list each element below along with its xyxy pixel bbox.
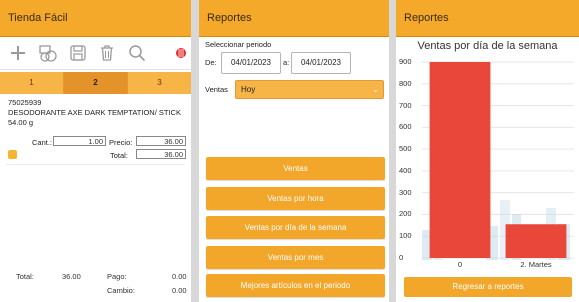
back-to-reports-button[interactable]: Regresar a reportes (404, 277, 572, 297)
pos-panel: Tienda Fácil 1 2 3 75025939 DESODORANTE … (0, 0, 191, 302)
sales-by-weekday-button[interactable]: Ventas por día de la semana (206, 216, 385, 239)
y-tick-label: 500 (399, 144, 412, 154)
search-icon[interactable] (127, 43, 147, 63)
item-divider (6, 164, 185, 165)
ticket-tabs: 1 2 3 (0, 72, 191, 94)
item-total-field: 36.00 (136, 149, 186, 159)
tab-2[interactable]: 2 (64, 72, 128, 94)
sales-period-value: Hoy (241, 85, 256, 94)
item-sku: 75025939 (8, 98, 42, 107)
price-field[interactable]: 36.00 (136, 136, 186, 146)
sales-button[interactable]: Ventas (206, 157, 385, 180)
x-tick-label: 2. Martes (520, 260, 552, 269)
save-icon[interactable] (68, 43, 88, 63)
pos-toolbar (0, 37, 191, 70)
y-tick-label: 100 (399, 231, 412, 241)
sales-by-month-button[interactable]: Ventas por mes (206, 246, 385, 269)
summary-change-label: Cambio: (107, 286, 135, 295)
trash-icon[interactable] (98, 43, 118, 63)
to-date-input[interactable]: 04/01/2023 (291, 52, 351, 74)
sales-by-hour-button[interactable]: Ventas por hora (206, 187, 385, 210)
summary-total-value: 36.00 (62, 272, 81, 281)
bar-0 (429, 62, 491, 258)
weekday-sales-chart (422, 61, 574, 260)
y-tick-label: 600 (399, 122, 412, 132)
y-tick-label: 800 (399, 78, 412, 88)
sticker-icon[interactable] (171, 43, 191, 63)
reports-menu-title: Reportes (199, 0, 389, 37)
bar-1 (505, 224, 567, 258)
reports-menu-panel: Reportes Seleccionar periodo De: 04/01/2… (199, 0, 389, 302)
plus-icon[interactable] (8, 43, 28, 63)
period-label: Seleccionar periodo (205, 40, 272, 49)
qty-label: Cant.: (32, 138, 53, 147)
qty-field[interactable]: 1.00 (53, 136, 106, 146)
item-total-label: Total: (110, 151, 128, 160)
report-chart-panel: Reportes Ventas por día de la semana 0 10… (396, 0, 579, 302)
sales-label: Ventas (205, 85, 228, 94)
item-description: DESODORANTE AXE DARK TEMPTATION/ STICK 5… (8, 108, 181, 127)
top-items-button[interactable]: Mejores artículos en el periodo (206, 274, 385, 297)
pos-header-title: Tienda Fácil (0, 0, 191, 37)
sales-period-select[interactable]: Hoy ⌄ (235, 80, 384, 99)
y-tick-label: 200 (399, 209, 412, 219)
to-label: a: (283, 58, 290, 67)
y-tick-label: 900 (399, 57, 412, 66)
from-label: De: (205, 58, 217, 67)
price-label: Precio: (109, 138, 133, 147)
y-tick-label: 300 (399, 187, 412, 197)
tab-3[interactable]: 3 (128, 72, 191, 94)
x-tick-label: 0 (457, 260, 463, 269)
summary-total-label: Total: (16, 272, 34, 281)
coins-icon[interactable] (38, 43, 58, 63)
summary-paid-value: 0.00 (172, 272, 187, 281)
summary-paid-label: Pago: (107, 272, 127, 281)
product-icon (8, 150, 17, 159)
summary-change-value: 0.00 (172, 286, 187, 295)
chevron-down-icon: ⌄ (372, 85, 379, 94)
tab-1[interactable]: 1 (0, 72, 64, 94)
y-tick-label: 0 (399, 253, 404, 262)
y-tick-label: 700 (399, 100, 412, 110)
from-date-input[interactable]: 04/01/2023 (221, 52, 281, 74)
y-tick-label: 400 (399, 165, 412, 175)
